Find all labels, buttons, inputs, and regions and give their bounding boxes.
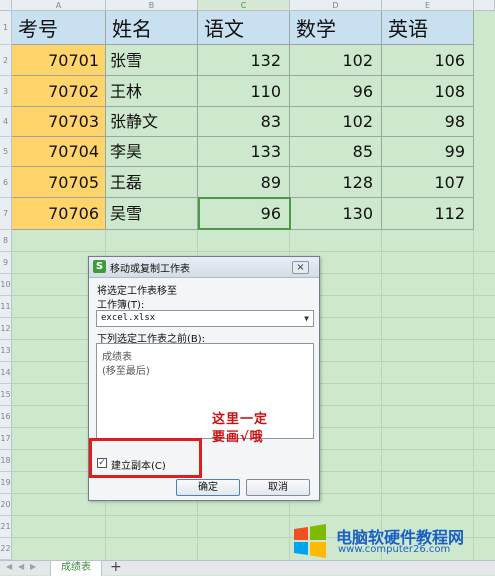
annotation-line-2: 要画√哦 [212, 430, 264, 445]
row-header-17[interactable]: 17 [0, 428, 12, 450]
ok-button[interactable]: 确定 [176, 479, 240, 496]
add-sheet-icon[interactable]: + [110, 559, 122, 575]
prev-sheet-arrow-icon[interactable]: ◀ [18, 562, 24, 571]
next-sheet-arrow-icon[interactable]: ▶ [30, 562, 36, 571]
first-sheet-arrow-icon[interactable]: ◀ [6, 562, 12, 571]
cell-english[interactable]: 98 [382, 107, 474, 137]
column-header-e[interactable]: E [382, 0, 474, 11]
gridline [12, 515, 495, 516]
row-header-13[interactable]: 13 [0, 340, 12, 362]
windows-logo-icon [294, 524, 326, 558]
workbook-dropdown[interactable]: excel.xlsx ▼ [96, 310, 314, 327]
row-header-5[interactable]: 5 [0, 137, 12, 167]
row-header-7[interactable]: 7 [0, 198, 12, 230]
dialog-title-bar[interactable]: S 移动或复制工作表 × [89, 257, 319, 278]
gridline [381, 230, 382, 560]
cell-name[interactable]: 张雪 [106, 45, 198, 76]
header-cell-id[interactable]: 考号 [12, 11, 106, 45]
cell-id[interactable]: 70702 [12, 76, 106, 107]
workbook-label: 工作簿(T): [97, 300, 145, 311]
cell-english[interactable]: 112 [382, 198, 474, 230]
header-cell-math[interactable]: 数学 [290, 11, 382, 45]
cell-english[interactable]: 107 [382, 167, 474, 198]
cancel-button[interactable]: 取消 [246, 479, 310, 496]
row-header-4[interactable]: 4 [0, 107, 12, 137]
cell-id[interactable]: 70704 [12, 137, 106, 167]
annotation-line-1: 这里一定 [212, 412, 269, 427]
header-cell-english[interactable]: 英语 [382, 11, 474, 45]
dropdown-arrow-icon[interactable]: ▼ [304, 311, 309, 326]
cell-name[interactable]: 王磊 [106, 167, 198, 198]
cell-id[interactable]: 70701 [12, 45, 106, 76]
cell-chinese[interactable]: 110 [198, 76, 290, 107]
row-header-14[interactable]: 14 [0, 362, 12, 384]
row-header-10[interactable]: 10 [0, 274, 12, 296]
highlight-annotation-box [89, 438, 202, 478]
cell-chinese[interactable]: 83 [198, 107, 290, 137]
row-header-9[interactable]: 9 [0, 252, 12, 274]
corner-select-all[interactable] [0, 0, 12, 11]
cell-name[interactable]: 李昊 [106, 137, 198, 167]
cell-name[interactable]: 张静文 [106, 107, 198, 137]
cell-chinese[interactable]: 132 [198, 45, 290, 76]
cell-math[interactable]: 128 [290, 167, 382, 198]
list-item[interactable]: 成绩表 [102, 348, 132, 363]
cell-id[interactable]: 70703 [12, 107, 106, 137]
column-header-a[interactable]: A [12, 0, 106, 11]
cell-name[interactable]: 吴雪 [106, 198, 198, 230]
cell-math[interactable]: 96 [290, 76, 382, 107]
cell-chinese[interactable]: 133 [198, 137, 290, 167]
column-header-b[interactable]: B [106, 0, 198, 11]
row-header-18[interactable]: 18 [0, 450, 12, 472]
row-header-11[interactable]: 11 [0, 296, 12, 318]
row-header-20[interactable]: 20 [0, 494, 12, 516]
column-header-c[interactable]: C [198, 0, 290, 11]
cell-id[interactable]: 70705 [12, 167, 106, 198]
cell-math[interactable]: 102 [290, 107, 382, 137]
cell-math[interactable]: 130 [290, 198, 382, 230]
dialog-title: 移动或复制工作表 [110, 264, 190, 275]
row-header-16[interactable]: 16 [0, 406, 12, 428]
cell-english[interactable]: 108 [382, 76, 474, 107]
header-cell-chinese[interactable]: 语文 [198, 11, 290, 45]
cell-math[interactable]: 102 [290, 45, 382, 76]
row-header-15[interactable]: 15 [0, 384, 12, 406]
row-header-3[interactable]: 3 [0, 76, 12, 107]
row-header-19[interactable]: 19 [0, 472, 12, 494]
row-header-22[interactable]: 22 [0, 538, 12, 560]
cell-name[interactable]: 王林 [106, 76, 198, 107]
cell-chinese[interactable]: 89 [198, 167, 290, 198]
sheet-tab-bar: ◀ ◀ ▶ 成绩表 + [0, 559, 495, 576]
row-header-6[interactable]: 6 [0, 167, 12, 198]
row-header-12[interactable]: 12 [0, 318, 12, 340]
cell-english[interactable]: 106 [382, 45, 474, 76]
list-item[interactable]: (移至最后) [102, 362, 150, 377]
row-header-1[interactable]: 1 [0, 11, 12, 45]
cell-english[interactable]: 99 [382, 137, 474, 167]
close-button[interactable]: × [292, 261, 309, 274]
row-header-8[interactable]: 8 [0, 230, 12, 252]
annotation-note: 这里一定 要画√哦 [212, 411, 302, 447]
app-logo-icon: S [93, 260, 106, 273]
cell-math[interactable]: 85 [290, 137, 382, 167]
workbook-dropdown-value: excel.xlsx [101, 313, 156, 323]
column-header-f[interactable] [474, 0, 495, 11]
row-header-21[interactable]: 21 [0, 516, 12, 538]
move-to-label: 将选定工作表移至 [97, 286, 177, 297]
cell-chinese[interactable]: 96 [198, 198, 290, 230]
row-header-2[interactable]: 2 [0, 45, 12, 76]
column-header-d[interactable]: D [290, 0, 382, 11]
sheet-tab-active[interactable]: 成绩表 [50, 561, 102, 576]
header-cell-name[interactable]: 姓名 [106, 11, 198, 45]
watermark-url: www.computer26.com [338, 544, 451, 555]
gridline [12, 251, 495, 252]
site-watermark: 电脑软硬件教程网 www.computer26.com [292, 523, 495, 559]
cell-id[interactable]: 70706 [12, 198, 106, 230]
